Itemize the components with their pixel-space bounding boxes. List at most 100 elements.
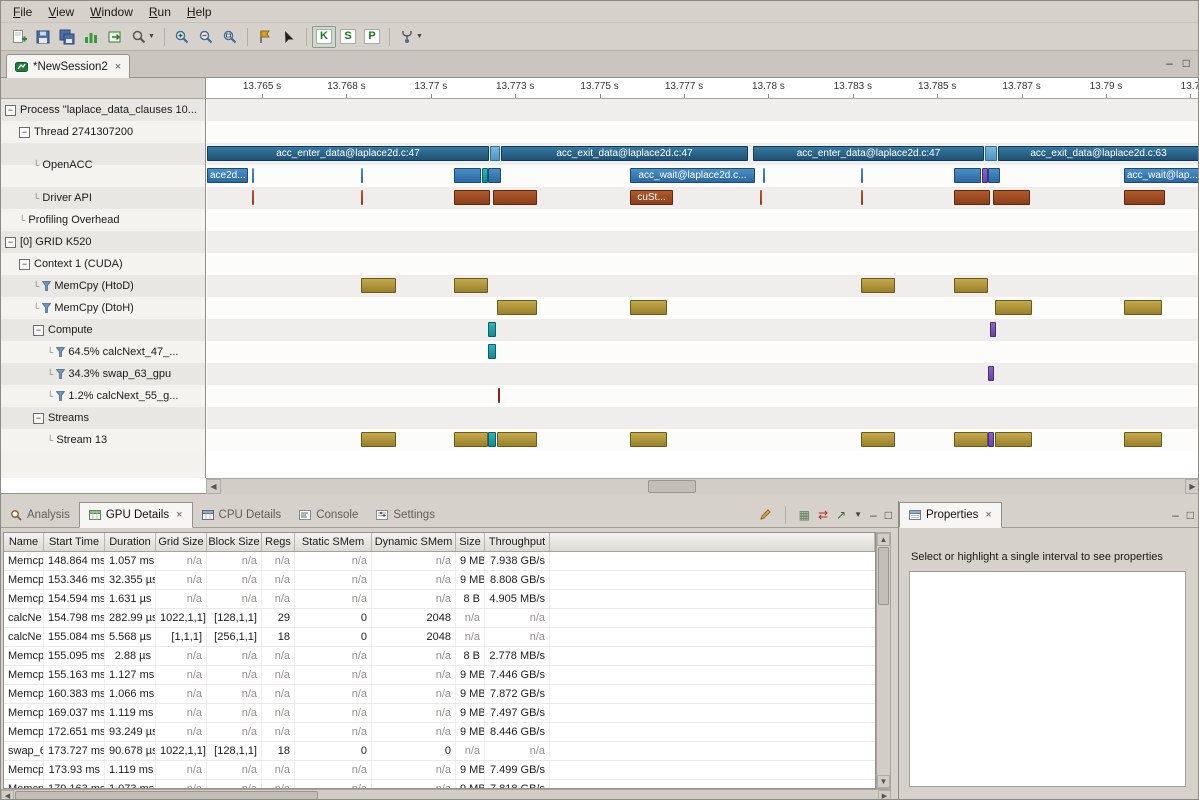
toggle-process-rows-button[interactable]: P xyxy=(360,26,384,48)
timeline-bar-openacc-acc[interactable] xyxy=(985,146,997,161)
timeline-bar-openacc-wait[interactable] xyxy=(488,168,501,183)
table-row[interactable]: Memcp160.383 ms1.066 msn/an/an/an/an/a9 … xyxy=(4,685,875,704)
menu-window[interactable]: Window xyxy=(82,3,141,21)
zoom-out-button[interactable] xyxy=(194,26,218,48)
filter-funnel-icon[interactable] xyxy=(42,303,51,313)
timeline-bar-driver-api[interactable] xyxy=(993,190,1030,205)
timeline-row-memcpy-dtoh[interactable]: └MemCpy (DtoH) xyxy=(1,297,205,319)
timeline-bar-stream-13[interactable] xyxy=(1124,432,1162,447)
minimize-view-icon[interactable]: – xyxy=(1166,55,1173,71)
toggle-stream-rows-button[interactable]: S xyxy=(336,26,360,48)
menu-view[interactable]: View xyxy=(40,3,82,21)
timeline-row-openacc[interactable]: └OpenACC xyxy=(1,143,205,187)
timeline-bar-stream-13[interactable] xyxy=(488,432,496,447)
edit-filter-icon[interactable] xyxy=(758,508,772,522)
scroll-up-icon[interactable]: ▲ xyxy=(877,533,890,546)
timeline-bar-openacc-acc[interactable] xyxy=(490,146,500,161)
maximize-view-icon[interactable]: □ xyxy=(1187,508,1194,522)
timeline-bar-driver-api[interactable]: cuSt... xyxy=(630,190,673,205)
timeline-bar-driver-api[interactable] xyxy=(493,190,537,205)
timeline-bar-memcpy-dtoh[interactable] xyxy=(497,300,537,315)
collapse-toggle-icon[interactable]: − xyxy=(5,237,16,248)
table-row[interactable]: Memcp179.163 ms1.073 msn/an/an/an/an/a9 … xyxy=(4,780,875,789)
timeline-row-thread[interactable]: −Thread 2741307200 xyxy=(1,121,205,143)
column-header-throughput[interactable]: Throughput xyxy=(485,533,550,551)
timeline-bar-stream-13[interactable] xyxy=(361,432,396,447)
table-row[interactable]: Memcp155.163 ms1.127 msn/an/an/an/an/a9 … xyxy=(4,666,875,685)
timeline-row-grid-k520[interactable]: −[0] GRID K520 xyxy=(1,231,205,253)
maximize-view-icon[interactable]: □ xyxy=(885,508,892,522)
close-tab-icon[interactable]: × xyxy=(176,509,182,521)
timeline-bar-driver-api[interactable] xyxy=(954,190,990,205)
column-header-name[interactable]: Name xyxy=(4,533,44,551)
collapse-toggle-icon[interactable]: − xyxy=(19,127,30,138)
profile-application-button[interactable] xyxy=(79,26,103,48)
scroll-left-icon[interactable]: ◀ xyxy=(206,479,221,494)
table-hscroll-thumb[interactable] xyxy=(15,791,318,800)
timeline-bar-openacc-acc[interactable]: acc_exit_data@laplace2d.c:47 xyxy=(501,146,748,161)
table-horizontal-scrollbar[interactable]: ◀ ▶ xyxy=(1,789,891,800)
table-row[interactable]: Memcp169.037 ms1.119 msn/an/an/an/an/a9 … xyxy=(4,704,875,723)
tab-gpu-details[interactable]: GPU Details× xyxy=(79,502,193,528)
timeline-row-kernel-calcnext55[interactable]: └1.2% calcNext_55_g... xyxy=(1,385,205,407)
table-header-row[interactable]: NameStart TimeDurationGrid SizeBlock Siz… xyxy=(4,533,875,552)
collapse-toggle-icon[interactable]: − xyxy=(33,325,44,336)
timeline-bar-openacc-wait[interactable]: acc_wait@laplace2d.c... xyxy=(630,168,755,183)
filter-funnel-icon[interactable] xyxy=(56,347,65,357)
run-analysis-dropdown[interactable]: ▼ xyxy=(395,26,427,48)
save-button[interactable] xyxy=(31,26,55,48)
scroll-down-icon[interactable]: ▼ xyxy=(877,775,890,788)
timeline-bar-stream-13[interactable] xyxy=(995,432,1032,447)
timeline-row-context-1[interactable]: −Context 1 (CUDA) xyxy=(1,253,205,275)
timeline-row-process[interactable]: −Process "laplace_data_clauses 10... xyxy=(1,99,205,121)
timeline-bar-openacc-wait[interactable] xyxy=(861,168,863,183)
column-header-dynamic-smem[interactable]: Dynamic SMem xyxy=(372,533,456,551)
table-vertical-scrollbar[interactable]: ▲ ▼ xyxy=(876,532,891,789)
timeline-bar-driver-api[interactable] xyxy=(454,190,490,205)
table-row[interactable]: calcNe155.084 ms5.568 µs[1,1,1][256,1,1]… xyxy=(4,628,875,647)
timeline-bar-memcpy-htod[interactable] xyxy=(454,278,488,293)
session-tab[interactable]: *NewSession2 × xyxy=(6,54,130,78)
timeline-row-memcpy-htod[interactable]: └MemCpy (HtoD) xyxy=(1,275,205,297)
timeline-bar-stream-13[interactable] xyxy=(630,432,667,447)
minimize-view-icon[interactable]: – xyxy=(870,508,877,522)
close-tab-icon[interactable]: × xyxy=(985,509,991,521)
table-row[interactable]: calcNe154.798 ms282.99 µs1022,1,1][128,1… xyxy=(4,609,875,628)
maximize-view-icon[interactable]: □ xyxy=(1183,55,1190,71)
timeline-scroll-thumb[interactable] xyxy=(648,480,696,493)
table-scroll-thumb[interactable] xyxy=(878,547,889,605)
export-table-icon[interactable]: ↗ xyxy=(836,508,846,522)
table-row[interactable]: Memcp172.651 ms93.249 µsn/an/an/an/an/a9… xyxy=(4,723,875,742)
filter-funnel-icon[interactable] xyxy=(42,281,51,291)
menu-run[interactable]: Run xyxy=(141,3,179,21)
timeline-chart[interactable]: acc_enter_data@laplace2d.c:47 acc_exit_da… xyxy=(207,99,1199,478)
timeline-bar-kernel-calcnext55[interactable] xyxy=(498,388,500,403)
timeline-bar-openacc-wait[interactable]: ace2d... xyxy=(207,168,248,183)
table-layout-icon[interactable]: ▦ xyxy=(799,508,810,522)
table-row[interactable]: Memcp173.93 ms1.119 msn/an/an/an/an/a9 M… xyxy=(4,761,875,780)
tab-analysis[interactable]: Analysis xyxy=(1,502,79,528)
column-header-static-smem[interactable]: Static SMem xyxy=(295,533,372,551)
scroll-right-icon[interactable]: ▶ xyxy=(878,790,891,800)
go-to-marker-button[interactable] xyxy=(253,26,277,48)
zoom-in-button[interactable] xyxy=(170,26,194,48)
table-row[interactable]: Memcp148.864 ms1.057 msn/an/an/an/an/a9 … xyxy=(4,552,875,571)
timeline-bar-memcpy-htod[interactable] xyxy=(861,278,895,293)
timeline-row-streams[interactable]: −Streams xyxy=(1,407,205,429)
timeline-bar-openacc-acc[interactable]: acc_exit_data@laplace2d.c:63 xyxy=(998,146,1199,161)
table-row[interactable]: Memcp153.346 ms32.355 µsn/an/an/an/an/a9… xyxy=(4,571,875,590)
selection-tool-button[interactable] xyxy=(277,26,301,48)
tab-settings[interactable]: Settings xyxy=(367,502,444,528)
timeline-bar-memcpy-dtoh[interactable] xyxy=(630,300,667,315)
column-header-duration[interactable]: Duration xyxy=(105,533,156,551)
close-tab-icon[interactable]: × xyxy=(115,61,121,73)
tab-console[interactable]: Console xyxy=(290,502,367,528)
table-row[interactable]: Memcp154.594 ms1.631 µsn/an/an/an/an/a8 … xyxy=(4,590,875,609)
timeline-bar-openacc-wait[interactable]: acc_wait@lap... xyxy=(1124,168,1199,183)
tab-properties[interactable]: Properties × xyxy=(899,502,1002,528)
timeline-bar-driver-api[interactable] xyxy=(1124,190,1165,205)
table-row[interactable]: Memcp155.095 ms2.88 µsn/an/an/an/an/a8 B… xyxy=(4,647,875,666)
timeline-bar-driver-api[interactable] xyxy=(760,190,762,205)
timeline-bar-openacc-wait[interactable] xyxy=(252,168,254,183)
timeline-bar-openacc-acc[interactable]: acc_enter_data@laplace2d.c:47 xyxy=(753,146,984,161)
